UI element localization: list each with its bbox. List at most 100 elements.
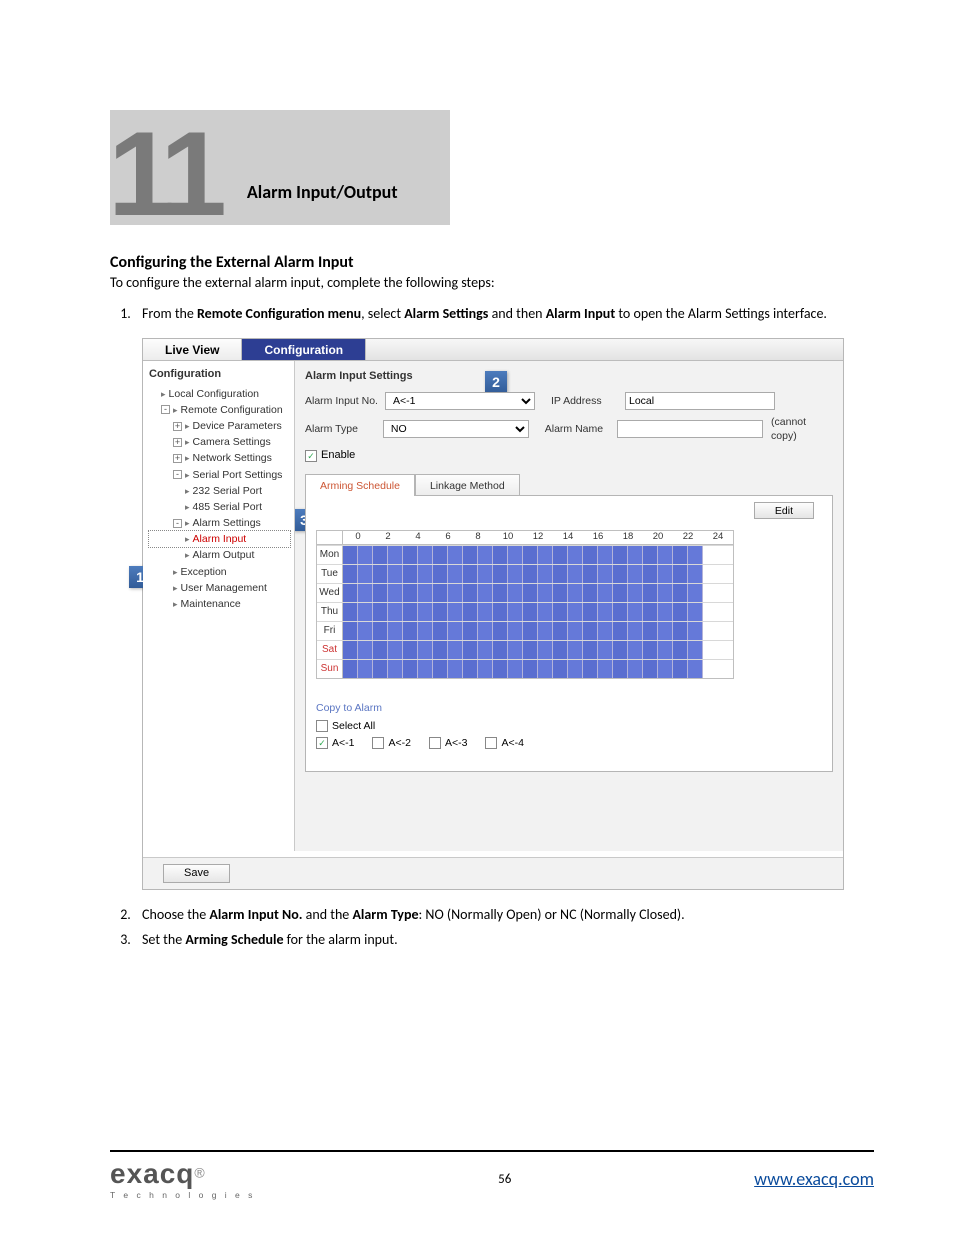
schedule-cell[interactable]: [433, 603, 448, 621]
tab-linkage-method[interactable]: Linkage Method: [415, 474, 520, 496]
copy-a1-checkbox[interactable]: A<-1: [316, 736, 354, 750]
schedule-cell[interactable]: [493, 546, 508, 564]
schedule-cell[interactable]: [583, 660, 598, 678]
schedule-cell[interactable]: [598, 622, 613, 640]
select-all-checkbox[interactable]: Select All: [316, 719, 375, 733]
schedule-cell[interactable]: [388, 584, 403, 602]
schedule-cell[interactable]: [388, 622, 403, 640]
schedule-cell[interactable]: [403, 622, 418, 640]
schedule-cell[interactable]: [538, 660, 553, 678]
schedule-cell[interactable]: [598, 660, 613, 678]
schedule-cell[interactable]: [568, 546, 583, 564]
schedule-cell[interactable]: [598, 603, 613, 621]
schedule-cell[interactable]: [463, 603, 478, 621]
schedule-cell[interactable]: [658, 546, 673, 564]
schedule-cell[interactable]: [553, 641, 568, 659]
schedule-cell[interactable]: [508, 622, 523, 640]
sidebar-item-serial-port-settings[interactable]: -▸Serial Port Settings: [149, 467, 290, 483]
schedule-cell[interactable]: [388, 660, 403, 678]
schedule-cell[interactable]: [523, 546, 538, 564]
sidebar-item-232-serial-port[interactable]: ▸232 Serial Port: [149, 483, 290, 499]
schedule-cell[interactable]: [583, 603, 598, 621]
schedule-cell[interactable]: [643, 565, 658, 583]
schedule-cell[interactable]: [343, 603, 358, 621]
expand-icon[interactable]: -: [161, 405, 170, 414]
schedule-cell[interactable]: [613, 603, 628, 621]
schedule-cell[interactable]: [688, 622, 703, 640]
schedule-cell[interactable]: [343, 584, 358, 602]
schedule-cell[interactable]: [343, 546, 358, 564]
schedule-cell[interactable]: [493, 641, 508, 659]
schedule-cell[interactable]: [508, 546, 523, 564]
schedule-cell[interactable]: [433, 565, 448, 583]
schedule-cell[interactable]: [388, 641, 403, 659]
schedule-cell[interactable]: [448, 603, 463, 621]
schedule-grid[interactable]: 024681012141618202224 MonTueWedThuFriSat…: [316, 530, 734, 679]
schedule-cell[interactable]: [673, 546, 688, 564]
schedule-cell[interactable]: [673, 603, 688, 621]
schedule-cell[interactable]: [343, 660, 358, 678]
schedule-cell[interactable]: [478, 660, 493, 678]
schedule-cell[interactable]: [418, 660, 433, 678]
schedule-row[interactable]: Mon: [317, 545, 733, 564]
expand-icon[interactable]: +: [173, 438, 182, 447]
schedule-cell[interactable]: [403, 546, 418, 564]
schedule-cell[interactable]: [598, 546, 613, 564]
schedule-cell[interactable]: [403, 603, 418, 621]
alarm-type-select[interactable]: NO: [383, 420, 529, 438]
schedule-cell[interactable]: [508, 584, 523, 602]
schedule-cell[interactable]: [373, 660, 388, 678]
schedule-cell[interactable]: [463, 622, 478, 640]
schedule-cell[interactable]: [613, 565, 628, 583]
schedule-cell[interactable]: [388, 603, 403, 621]
schedule-cell[interactable]: [508, 641, 523, 659]
tab-arming-schedule[interactable]: Arming Schedule: [305, 474, 415, 496]
schedule-cell[interactable]: [673, 641, 688, 659]
schedule-cell[interactable]: [343, 622, 358, 640]
schedule-cell[interactable]: [583, 584, 598, 602]
schedule-cell[interactable]: [613, 622, 628, 640]
schedule-cell[interactable]: [568, 641, 583, 659]
schedule-cell[interactable]: [463, 584, 478, 602]
schedule-cell[interactable]: [343, 641, 358, 659]
schedule-cell[interactable]: [688, 565, 703, 583]
schedule-cell[interactable]: [673, 565, 688, 583]
sidebar-item-network-settings[interactable]: +▸Network Settings: [149, 450, 290, 466]
schedule-cell[interactable]: [583, 641, 598, 659]
copy-a3-checkbox[interactable]: A<-3: [429, 736, 467, 750]
schedule-cell[interactable]: [613, 660, 628, 678]
schedule-cell[interactable]: [583, 546, 598, 564]
schedule-cell[interactable]: [628, 546, 643, 564]
sidebar-item-maintenance[interactable]: ▸Maintenance: [149, 596, 290, 612]
schedule-cell[interactable]: [523, 660, 538, 678]
edit-button[interactable]: Edit: [754, 502, 814, 519]
schedule-cell[interactable]: [358, 603, 373, 621]
schedule-cell[interactable]: [373, 546, 388, 564]
schedule-cell[interactable]: [643, 546, 658, 564]
sidebar-item-device-parameters[interactable]: +▸Device Parameters: [149, 418, 290, 434]
schedule-cell[interactable]: [688, 546, 703, 564]
schedule-cell[interactable]: [538, 584, 553, 602]
schedule-cell[interactable]: [658, 660, 673, 678]
schedule-cell[interactable]: [433, 660, 448, 678]
schedule-cell[interactable]: [478, 603, 493, 621]
schedule-cell[interactable]: [478, 641, 493, 659]
alarm-input-no-select[interactable]: A<-1: [385, 392, 535, 410]
schedule-cell[interactable]: [538, 565, 553, 583]
schedule-cell[interactable]: [598, 641, 613, 659]
schedule-cell[interactable]: [418, 603, 433, 621]
schedule-cell[interactable]: [448, 546, 463, 564]
schedule-cell[interactable]: [478, 565, 493, 583]
sidebar-item-alarm-settings[interactable]: -▸Alarm Settings: [149, 515, 290, 531]
schedule-cell[interactable]: [613, 641, 628, 659]
schedule-cell[interactable]: [433, 584, 448, 602]
schedule-cell[interactable]: [688, 660, 703, 678]
schedule-cell[interactable]: [358, 584, 373, 602]
schedule-cell[interactable]: [643, 603, 658, 621]
schedule-cell[interactable]: [373, 641, 388, 659]
schedule-cell[interactable]: [463, 546, 478, 564]
schedule-cell[interactable]: [448, 565, 463, 583]
schedule-cell[interactable]: [628, 565, 643, 583]
schedule-cell[interactable]: [613, 546, 628, 564]
schedule-cell[interactable]: [373, 565, 388, 583]
